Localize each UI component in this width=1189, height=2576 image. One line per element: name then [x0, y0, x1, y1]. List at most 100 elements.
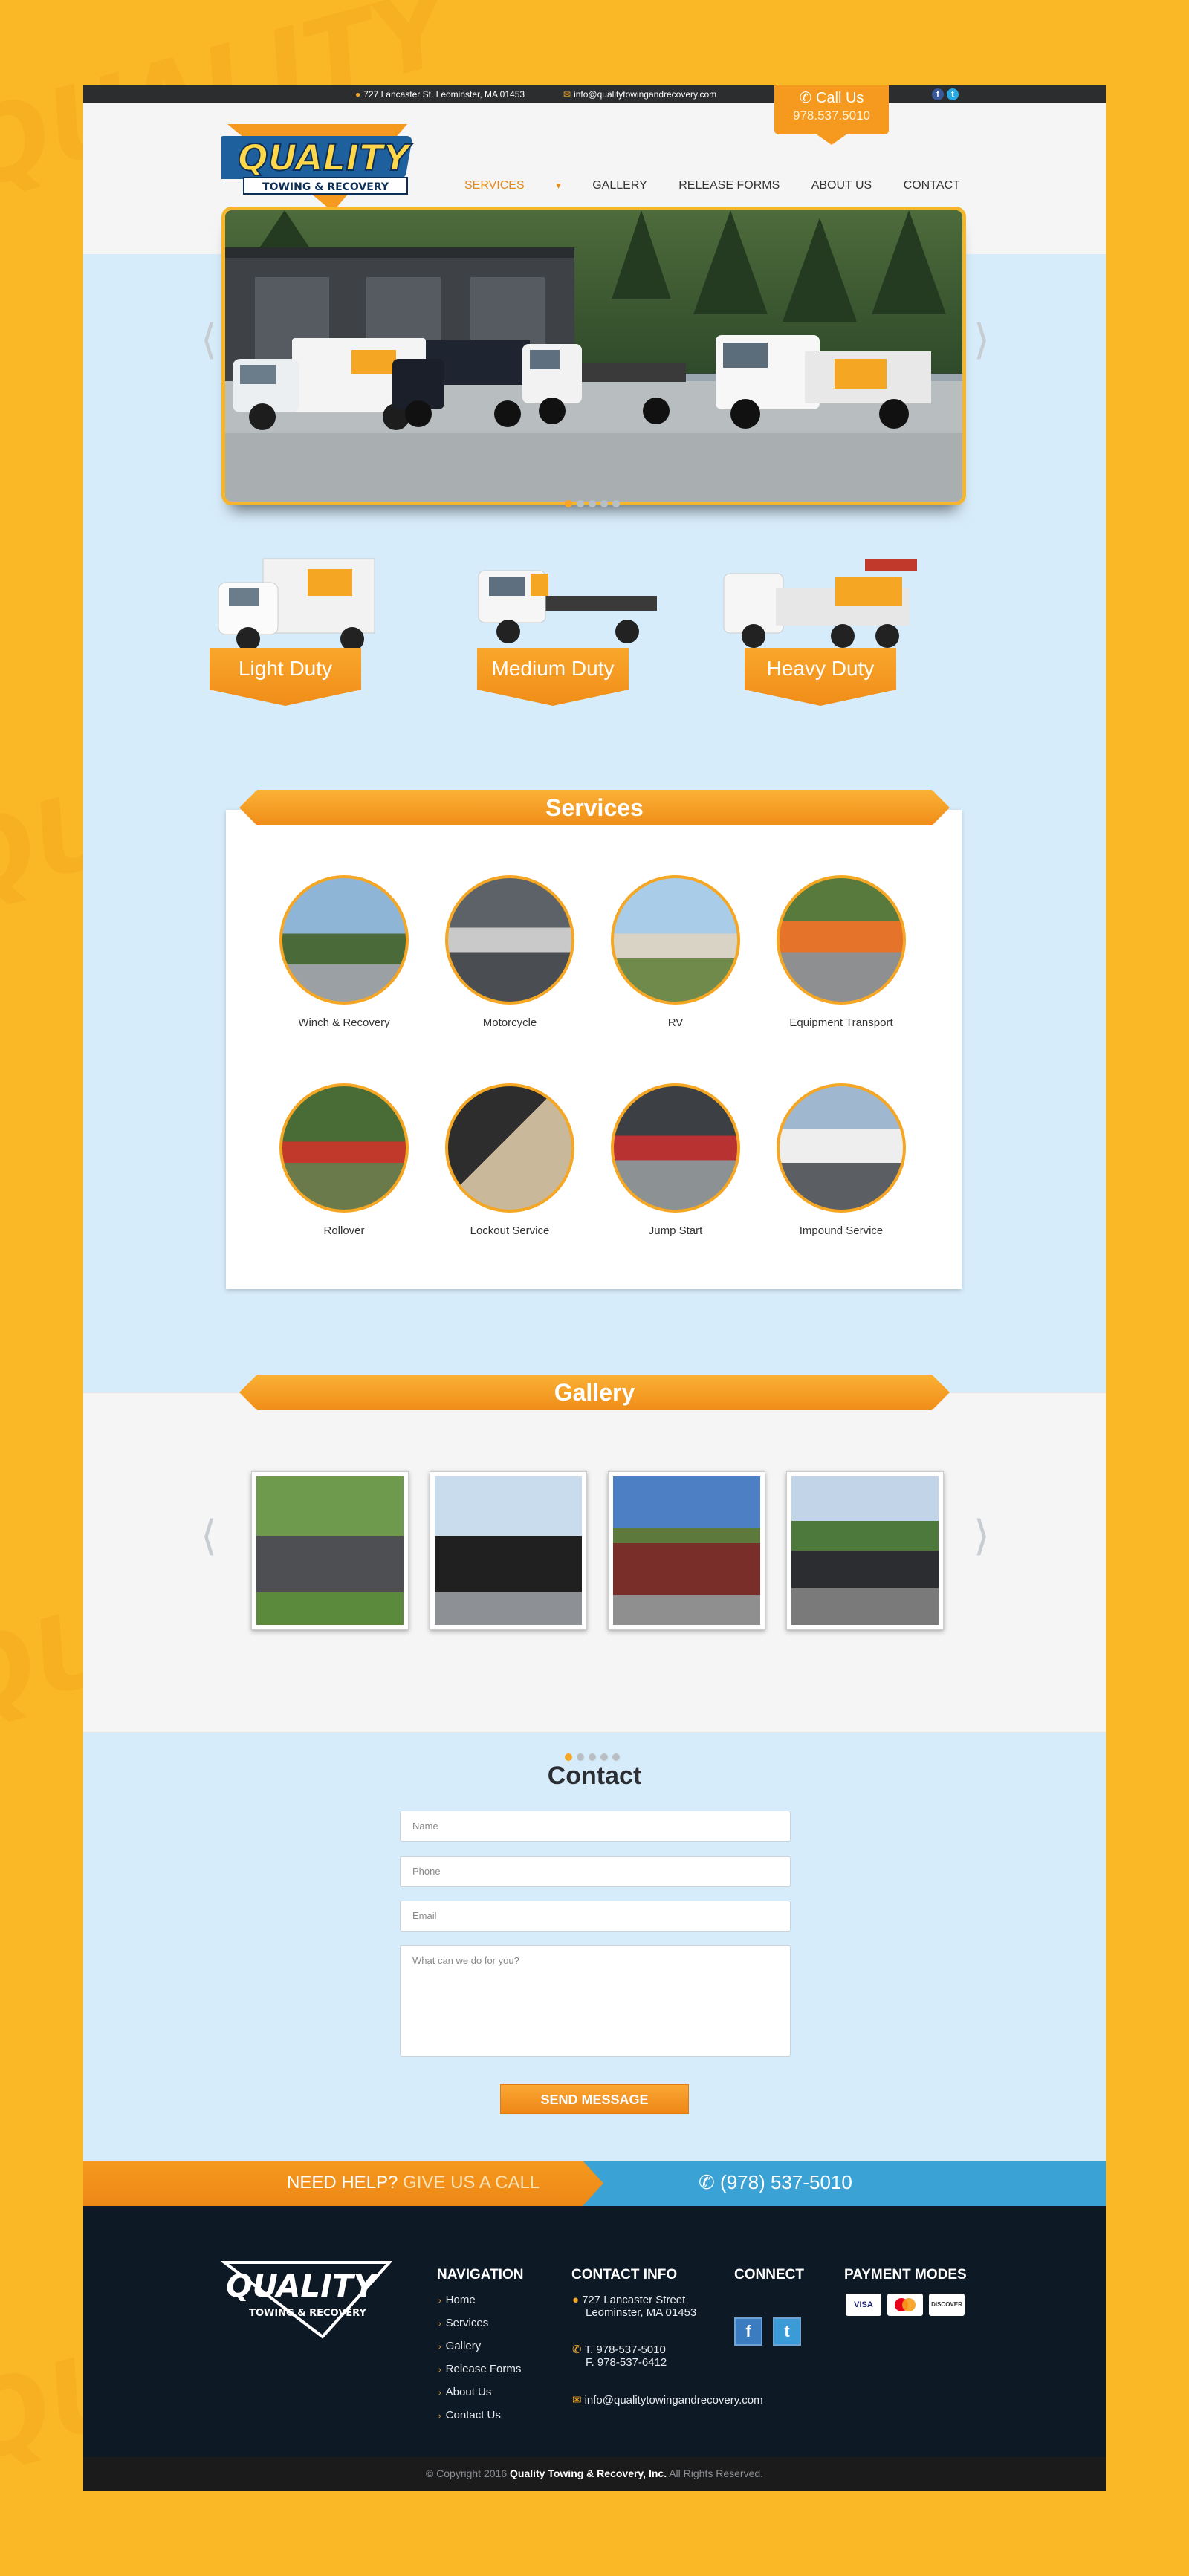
footer-logo[interactable]: QUALITY TOWING & RECOVERY — [220, 2258, 393, 2343]
slider-next-arrow[interactable]: ⟩ — [973, 316, 990, 364]
call-us-box[interactable]: ✆ Call Us 978.537.5010 — [774, 85, 889, 145]
nav-gallery[interactable]: GALLERY — [592, 179, 647, 192]
gallery-prev-arrow[interactable]: ⟨ — [201, 1512, 217, 1560]
help-phone[interactable]: ✆ (978) 537-5010 — [699, 2171, 852, 2194]
logo[interactable]: QUALITY TOWING & RECOVERY — [211, 117, 421, 213]
envelope-icon: ✉ — [563, 89, 571, 100]
duty-label: Medium Duty — [477, 648, 629, 706]
envelope-icon: ✉ — [572, 2394, 582, 2407]
footer-nav-release-forms[interactable]: › Release Forms — [438, 2363, 521, 2375]
footer-navigation-title: NAVIGATION — [437, 2267, 524, 2283]
footer-payment-title: PAYMENT MODES — [844, 2267, 967, 2283]
gallery-dots — [565, 1753, 620, 1761]
service-image — [279, 1083, 409, 1213]
service-image — [611, 1083, 740, 1213]
email-field[interactable]: Email — [400, 1901, 791, 1932]
twitter-icon[interactable]: t — [947, 88, 959, 100]
logo-tagline: TOWING & RECOVERY — [262, 181, 389, 193]
gallery-next-arrow[interactable]: ⟩ — [973, 1512, 990, 1560]
visa-card-icon: VISA — [846, 2294, 881, 2316]
nav-contact[interactable]: CONTACT — [904, 179, 960, 192]
slider-dot[interactable] — [612, 500, 620, 507]
duty-card-medium[interactable]: Medium Duty — [427, 544, 679, 737]
twitter-icon[interactable]: t — [773, 2317, 801, 2346]
duty-label: Heavy Duty — [745, 648, 896, 706]
logo-word: QUALITY — [238, 137, 412, 179]
medium-duty-truck-image — [478, 570, 657, 643]
slider-prev-arrow[interactable]: ⟨ — [201, 316, 217, 364]
service-image — [611, 875, 740, 1005]
footer-connect-title: CONNECT — [734, 2267, 804, 2283]
slider-dot[interactable] — [600, 500, 608, 507]
service-item[interactable]: Jump Start — [597, 1083, 754, 1237]
gallery-dot[interactable] — [612, 1753, 620, 1761]
service-image — [777, 875, 906, 1005]
heavy-duty-truck-image — [723, 559, 917, 648]
phone-icon: ✆ — [572, 2343, 582, 2356]
footer-phones: ✆ T. 978-537-5010 F. 978-537-6412 — [572, 2343, 667, 2369]
slider-dot[interactable] — [589, 500, 596, 507]
caret-icon: ▾ — [556, 180, 561, 191]
footer-nav-services[interactable]: › Services — [438, 2317, 488, 2329]
slider-dot[interactable] — [565, 500, 572, 507]
service-image — [777, 1083, 906, 1213]
message-field[interactable]: What can we do for you? — [400, 1945, 791, 2057]
top-email[interactable]: ✉ info@qualitytowingandrecovery.com — [563, 89, 716, 100]
service-item[interactable]: Impound Service — [763, 1083, 919, 1237]
facebook-icon[interactable]: f — [932, 88, 944, 100]
phone-icon: ✆ — [699, 2171, 715, 2193]
service-item[interactable]: Equipment Transport — [763, 875, 919, 1029]
need-help-text: NEED HELP? GIVE US A CALL — [287, 2173, 540, 2193]
gallery-image[interactable] — [786, 1471, 944, 1630]
gallery-dot[interactable] — [600, 1753, 608, 1761]
nav-release-forms[interactable]: RELEASE FORMS — [678, 179, 780, 192]
top-address: ● 727 Lancaster St. Leominster, MA 01453 — [355, 89, 525, 100]
send-message-button[interactable]: SEND MESSAGE — [500, 2084, 689, 2114]
map-pin-icon: ● — [355, 89, 361, 100]
contact-title: Contact — [547, 1762, 642, 1790]
nav-about-us[interactable]: ABOUT US — [811, 179, 872, 192]
hero-trucks-photo — [225, 210, 962, 502]
service-item[interactable]: Rollover — [266, 1083, 422, 1237]
service-item[interactable]: Lockout Service — [432, 1083, 588, 1237]
phone-icon: ✆ — [799, 90, 812, 106]
slider-dots — [565, 500, 620, 507]
nav-services[interactable]: SERVICES ▾ — [464, 179, 561, 192]
gallery-dot[interactable] — [577, 1753, 584, 1761]
gallery-image[interactable] — [251, 1471, 409, 1630]
footer-nav-home[interactable]: › Home — [438, 2294, 476, 2306]
discover-card-icon: DISCOVER — [929, 2294, 965, 2316]
gallery-image[interactable] — [430, 1471, 587, 1630]
gallery-dot[interactable] — [565, 1753, 572, 1761]
service-image — [445, 1083, 574, 1213]
hero-slider[interactable] — [221, 207, 966, 505]
duty-card-heavy[interactable]: Heavy Duty — [694, 544, 947, 737]
service-image — [445, 875, 574, 1005]
phone-field[interactable]: Phone — [400, 1856, 791, 1887]
footer-logo-word: QUALITY — [226, 2268, 378, 2304]
site-footer: QUALITY TOWING & RECOVERY NAVIGATION › Ho… — [83, 2206, 1106, 2457]
mastercard-card-icon — [887, 2294, 923, 2316]
gallery-section: ⟨ ⟩ — [83, 1392, 1106, 1761]
footer-nav-gallery[interactable]: › Gallery — [438, 2340, 481, 2352]
gallery-image[interactable] — [608, 1471, 765, 1630]
footer-email[interactable]: ✉ info@qualitytowingandrecovery.com — [572, 2393, 763, 2407]
facebook-icon[interactable]: f — [734, 2317, 762, 2346]
service-image — [279, 875, 409, 1005]
footer-nav-about-us[interactable]: › About Us — [438, 2386, 491, 2398]
service-item[interactable]: Motorcycle — [432, 875, 588, 1029]
footer-address: ● 727 Lancaster Street Leominster, MA 0145… — [572, 2294, 697, 2319]
help-bar: NEED HELP? GIVE US A CALL ✆ (978) 537-50… — [83, 2161, 1106, 2206]
duty-label: Light Duty — [210, 648, 361, 706]
gallery-dot[interactable] — [589, 1753, 596, 1761]
light-duty-truck-image — [218, 558, 375, 651]
name-field[interactable]: Name — [400, 1811, 791, 1842]
slider-dot[interactable] — [577, 500, 584, 507]
footer-nav-contact-us[interactable]: › Contact Us — [438, 2409, 501, 2421]
service-item[interactable]: RV — [597, 875, 754, 1029]
map-pin-icon: ● — [572, 2294, 580, 2306]
top-bar: ● 727 Lancaster St. Leominster, MA 01453 … — [83, 85, 1106, 103]
gallery-title: Gallery — [239, 1375, 950, 1410]
duty-card-light[interactable]: Light Duty — [159, 544, 412, 737]
service-item[interactable]: Winch & Recovery — [266, 875, 422, 1029]
